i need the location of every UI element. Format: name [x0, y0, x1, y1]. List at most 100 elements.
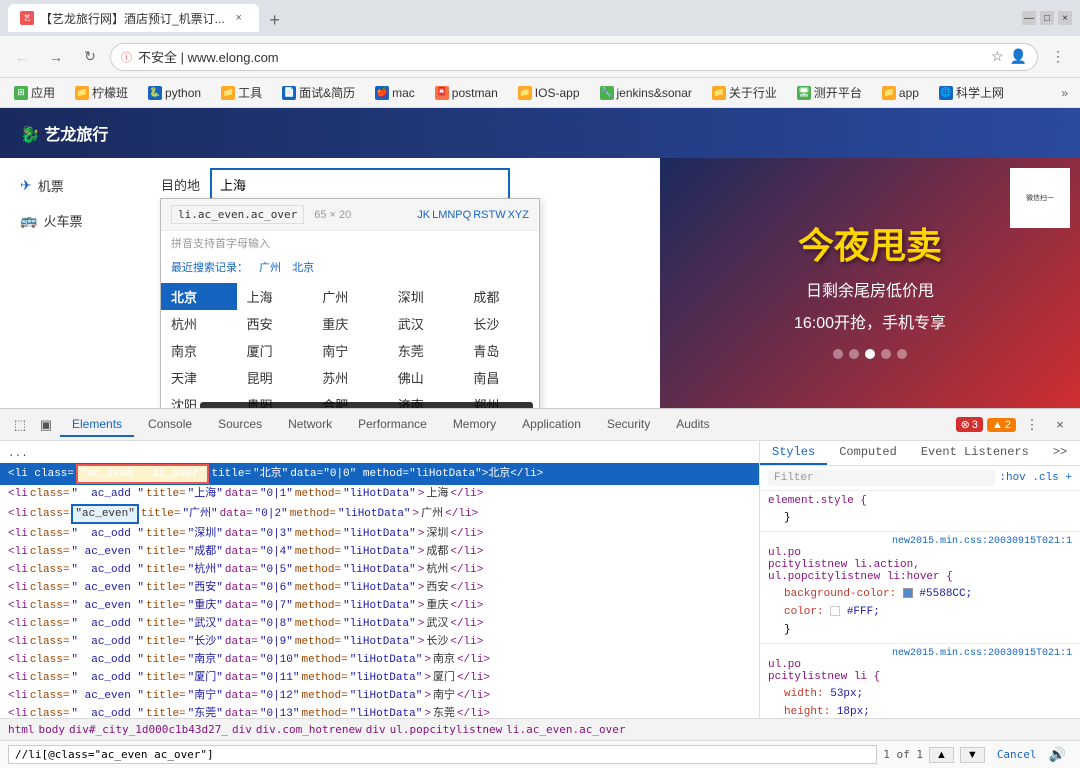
bookmark-7[interactable]: 📁 IOS-app [512, 84, 586, 102]
bookmark-9[interactable]: 📁 关于行业 [706, 82, 783, 103]
banner-dot-5[interactable] [897, 349, 907, 359]
tab-elements[interactable]: Elements [60, 413, 134, 437]
bookmarks-more-button[interactable]: » [1057, 84, 1072, 102]
dom-line-12[interactable]: <li class=" ac_odd " title="厦门" data="0|… [0, 669, 759, 687]
speaker-icon[interactable]: 🔊 [1049, 747, 1066, 763]
dom-line-7[interactable]: <li class=" ac_even " title="西安" data="0… [0, 579, 759, 597]
devtools-more-button[interactable]: ⋮ [1020, 413, 1044, 437]
styles-tab-event-listeners[interactable]: Event Listeners [909, 441, 1041, 465]
new-tab-button[interactable]: + [263, 8, 287, 32]
element-picker-button[interactable]: ⬚ [8, 413, 32, 437]
city-tianjin[interactable]: 天津 [161, 364, 237, 391]
address-bar[interactable]: ⓘ 不安全 | www.elong.com ☆ 👤 [110, 43, 1038, 71]
banner-dot-4[interactable] [881, 349, 891, 359]
breadcrumb-div-city[interactable]: div#_city_1d000c1b43d27_ [69, 723, 228, 736]
history-city-1[interactable]: 广州 [259, 262, 281, 274]
search-next-button[interactable]: ▼ [960, 747, 985, 763]
city-xian[interactable]: 西安 [237, 310, 313, 337]
dom-panel[interactable]: ... <li class="ac_even ac_over" title="北… [0, 441, 760, 718]
back-button[interactable]: ← [8, 43, 36, 71]
dom-line-4[interactable]: <li class=" ac_odd " title="深圳" data="0|… [0, 525, 759, 543]
extensions-button[interactable]: ⋮ [1044, 43, 1072, 71]
dom-line-10[interactable]: <li class=" ac_odd " title="长沙" data="0|… [0, 633, 759, 651]
city-nanchang[interactable]: 南昌 [463, 364, 539, 391]
tab-audits[interactable]: Audits [664, 413, 721, 437]
dom-line-11[interactable]: <li class=" ac_odd " title="南京" data="0|… [0, 651, 759, 669]
alphabet-groups[interactable]: JK LMNPQ RSTW XYZ [417, 209, 529, 221]
city-dongguan[interactable]: 东莞 [388, 337, 464, 364]
bookmark-1[interactable]: 📁 柠檬班 [69, 82, 134, 103]
error-badge[interactable]: ⊗ 3 [956, 417, 983, 432]
breadcrumb-ul-popcitylistnew[interactable]: ul.popcitylistnew [390, 723, 503, 736]
tab-memory[interactable]: Memory [441, 413, 508, 437]
city-wuhan[interactable]: 武汉 [388, 310, 464, 337]
bookmark-5[interactable]: 🍎 mac [369, 84, 421, 102]
styles-tab-styles[interactable]: Styles [760, 441, 827, 465]
dom-line-2[interactable]: <li class=" ac_add " title="上海" data="0|… [0, 485, 759, 503]
browser-tab[interactable]: 艺 【艺龙旅行网】酒店预订_机票订... × [8, 4, 259, 32]
dom-line-14[interactable]: <li class=" ac_odd " title="东莞" data="0|… [0, 705, 759, 718]
refresh-button[interactable]: ↻ [76, 43, 104, 71]
city-suzhou[interactable]: 苏州 [312, 364, 388, 391]
bookmark-10[interactable]: 🖥 测开平台 [791, 82, 868, 103]
city-nanning[interactable]: 南宁 [312, 337, 388, 364]
bookmark-12[interactable]: 🌐 科学上网 [933, 82, 1010, 103]
alphabet-lmnpq[interactable]: LMNPQ [432, 209, 471, 221]
breadcrumb-div-hotrenew[interactable]: div.com_hotrenew [256, 723, 362, 736]
city-shenzhen[interactable]: 深圳 [388, 283, 464, 310]
city-shanghai[interactable]: 上海 [237, 283, 313, 310]
dom-selected-line[interactable]: <li class="ac_even ac_over" title="北京" d… [0, 463, 759, 485]
dom-line-3[interactable]: <li class="ac_even" title="广州" data="0|2… [0, 503, 759, 525]
maximize-button[interactable]: □ [1040, 11, 1054, 25]
city-hangzhou[interactable]: 杭州 [161, 310, 237, 337]
city-beijing[interactable]: 北京 [161, 283, 237, 310]
breadcrumb-div[interactable]: div [232, 723, 252, 736]
city-guangzhou[interactable]: 广州 [312, 283, 388, 310]
profile-icon[interactable]: 👤 [1010, 48, 1027, 65]
tab-sources[interactable]: Sources [206, 413, 274, 437]
warning-badge[interactable]: ▲ 2 [987, 418, 1016, 432]
bookmark-8[interactable]: 🔧 jenkins&sonar [594, 84, 698, 102]
close-button[interactable]: × [1058, 11, 1072, 25]
forward-button[interactable]: → [42, 43, 70, 71]
breadcrumb-li-ac[interactable]: li.ac_even.ac_over [506, 723, 625, 736]
alphabet-xyz[interactable]: XYZ [508, 209, 529, 221]
history-city-2[interactable]: 北京 [292, 262, 314, 274]
tab-close-button[interactable]: × [231, 10, 247, 26]
banner-dot-3[interactable] [865, 349, 875, 359]
bookmark-3[interactable]: 📁 工具 [215, 82, 268, 103]
bookmark-4[interactable]: 📄 面试&简历 [276, 82, 361, 103]
devtools-search-input[interactable] [8, 745, 877, 764]
devtools-close-button[interactable]: × [1048, 413, 1072, 437]
search-cancel-button[interactable]: Cancel [991, 746, 1043, 763]
dom-dots-line[interactable]: ... [0, 445, 759, 463]
tab-network[interactable]: Network [276, 413, 344, 437]
city-xiamen[interactable]: 厦门 [237, 337, 313, 364]
bookmark-star-icon[interactable]: ☆ [991, 48, 1004, 65]
dom-line-13[interactable]: <li class=" ac_even " title="南宁" data="0… [0, 687, 759, 705]
alphabet-rstw[interactable]: RSTW [473, 209, 505, 221]
city-chengdu[interactable]: 成都 [463, 283, 539, 310]
alphabet-jk[interactable]: JK [417, 209, 430, 221]
trains-nav-item[interactable]: 🚌 火车票 [20, 203, 120, 238]
flights-nav-item[interactable]: ✈ 机票 [20, 168, 120, 203]
breadcrumb-html[interactable]: html [8, 723, 35, 736]
city-changsha[interactable]: 长沙 [463, 310, 539, 337]
hover-style-source[interactable]: new2015.min.css:20030915T021:1 [892, 536, 1072, 547]
li-style-source[interactable]: new2015.min.css:20030915T021:1 [892, 648, 1072, 659]
city-qingdao[interactable]: 青岛 [463, 337, 539, 364]
search-prev-button[interactable]: ▲ [929, 747, 954, 763]
bookmark-apps[interactable]: ⊞ 应用 [8, 82, 61, 103]
tab-console[interactable]: Console [136, 413, 204, 437]
tab-security[interactable]: Security [595, 413, 662, 437]
tab-application[interactable]: Application [510, 413, 593, 437]
styles-tab-more[interactable]: >> [1041, 441, 1079, 465]
tab-performance[interactable]: Performance [346, 413, 439, 437]
dom-line-9[interactable]: <li class=" ac_odd " title="武汉" data="0|… [0, 615, 759, 633]
bookmark-6[interactable]: 📮 postman [429, 84, 504, 102]
banner-dot-2[interactable] [849, 349, 859, 359]
dom-line-5[interactable]: <li class=" ac_even " title="成都" data="0… [0, 543, 759, 561]
dom-line-6[interactable]: <li class=" ac_odd " title="杭州" data="0|… [0, 561, 759, 579]
destination-input[interactable] [210, 168, 510, 200]
bookmark-11[interactable]: 📁 app [876, 84, 925, 102]
